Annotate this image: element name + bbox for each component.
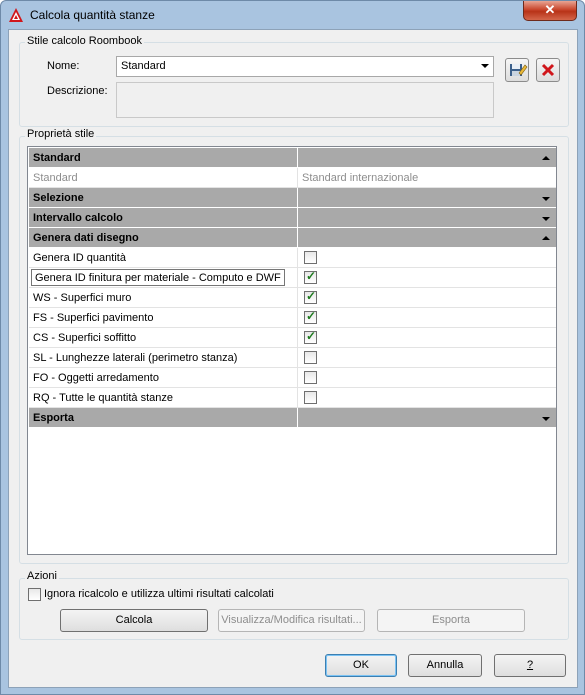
export-button[interactable]: Esporta [377, 609, 525, 632]
check-icon: ✓ [306, 329, 317, 343]
category-row-esporta[interactable]: Esporta [29, 408, 556, 428]
checkbox[interactable] [304, 351, 317, 364]
delete-x-icon [541, 63, 555, 77]
checkbox[interactable] [304, 251, 317, 264]
category-row-selezione[interactable]: Selezione [29, 188, 556, 208]
category-label: Intervallo calcolo [33, 212, 123, 224]
property-label: Genera ID quantità [33, 252, 126, 264]
expand-icon[interactable] [542, 217, 550, 221]
category-label: Selezione [33, 192, 84, 204]
checkbox[interactable]: ✓ [304, 289, 317, 304]
dialog-client: Stile calcolo Roombook Nome: Standard De… [8, 29, 578, 688]
property-label: SL - Lunghezze laterali (perimetro stanz… [33, 352, 238, 364]
property-grid[interactable]: Standard Standard Standard internazional… [27, 146, 557, 555]
truncated-label-tooltip: Genera ID finitura per materiale - Compu… [31, 269, 285, 286]
edit-style-button[interactable] [505, 58, 529, 82]
property-row-sl[interactable]: SL - Lunghezze laterali (perimetro stanz… [29, 348, 556, 368]
checkbox[interactable]: ✓ [304, 269, 317, 284]
property-row-fs[interactable]: FS - Superfici pavimento ✓ [29, 308, 556, 328]
property-label: FS - Superfici pavimento [33, 312, 154, 324]
ok-button[interactable]: OK [325, 654, 397, 677]
description-label: Descrizione: [47, 85, 108, 97]
property-label: CS - Superfici soffitto [33, 332, 137, 344]
save-edit-icon [510, 64, 528, 76]
property-row-cs[interactable]: CS - Superfici soffitto ✓ [29, 328, 556, 348]
property-row-genera-id-finitura[interactable]: Genera ID finitura per materiale - Compu… [29, 268, 556, 288]
checkbox[interactable] [304, 371, 317, 384]
style-name-select[interactable]: Standard [116, 56, 494, 77]
property-row-fo[interactable]: FO - Oggetti arredamento [29, 368, 556, 388]
checkbox[interactable]: ✓ [304, 329, 317, 344]
actions-group-label: Azioni [25, 570, 59, 582]
category-label: Standard [33, 152, 81, 164]
collapse-icon[interactable] [542, 156, 550, 160]
expand-icon[interactable] [542, 417, 550, 421]
check-icon: ✓ [306, 289, 317, 303]
style-group-label: Stile calcolo Roombook [25, 35, 144, 47]
dialog-window: Calcola quantità stanze ✕ Stile calcolo … [0, 0, 585, 695]
property-label: FO - Oggetti arredamento [33, 372, 159, 384]
property-value: Standard internazionale [297, 168, 556, 188]
checkbox[interactable] [304, 391, 317, 404]
property-row-genera-id-quantita[interactable]: Genera ID quantità [29, 248, 556, 268]
category-label: Esporta [33, 412, 74, 424]
ignore-recalc-checkbox[interactable] [28, 588, 41, 601]
property-label: Standard [33, 172, 78, 184]
name-label: Nome: [47, 60, 80, 72]
dropdown-arrow-icon [481, 64, 489, 68]
ignore-recalc-label: Ignora ricalcolo e utilizza ultimi risul… [44, 588, 274, 600]
property-label: RQ - Tutte le quantità stanze [33, 392, 174, 404]
check-icon: ✓ [306, 269, 317, 283]
calcola-button[interactable]: Calcola [60, 609, 208, 632]
delete-style-button[interactable] [536, 58, 560, 82]
category-row-intervallo[interactable]: Intervallo calcolo [29, 208, 556, 228]
description-field[interactable] [116, 82, 494, 118]
category-row-standard[interactable]: Standard [29, 148, 556, 168]
property-row-standard[interactable]: Standard Standard internazionale [29, 168, 556, 188]
category-row-genera-dati[interactable]: Genera dati disegno [29, 228, 556, 248]
style-name-value: Standard [121, 60, 166, 72]
properties-group-label: Proprietà stile [25, 128, 97, 140]
collapse-icon[interactable] [542, 236, 550, 240]
property-row-ws[interactable]: WS - Superfici muro ✓ [29, 288, 556, 308]
title-bar[interactable]: Calcola quantità stanze ✕ [1, 1, 584, 29]
property-row-rq[interactable]: RQ - Tutte le quantità stanze [29, 388, 556, 408]
category-label: Genera dati disegno [33, 232, 139, 244]
cancel-button[interactable]: Annulla [408, 654, 482, 677]
check-icon: ✓ [306, 309, 317, 323]
checkbox[interactable]: ✓ [304, 309, 317, 324]
autocad-app-icon [9, 8, 23, 22]
property-label: WS - Superfici muro [33, 292, 132, 304]
expand-icon[interactable] [542, 197, 550, 201]
view-edit-results-button[interactable]: Visualizza/Modifica risultati... [218, 609, 365, 632]
help-button[interactable]: ? [494, 654, 566, 677]
window-title: Calcola quantità stanze [30, 8, 155, 22]
close-button[interactable]: ✕ [523, 1, 577, 21]
